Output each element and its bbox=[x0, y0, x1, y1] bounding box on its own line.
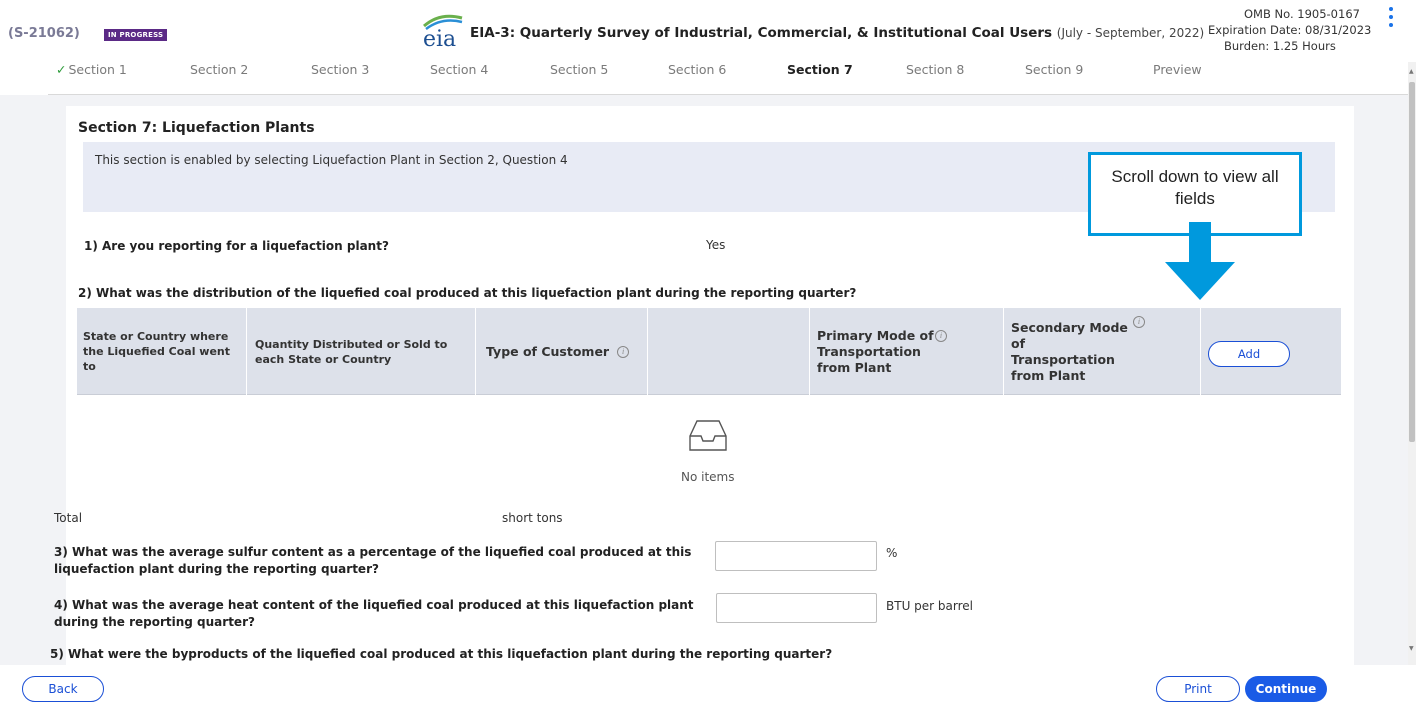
sulfur-unit: % bbox=[886, 546, 898, 560]
question-1-answer: Yes bbox=[706, 238, 726, 252]
sulfur-content-input[interactable] bbox=[715, 541, 877, 571]
info-icon[interactable]: i bbox=[617, 345, 630, 358]
column-header-secondary-transport: Secondary Mode of Transportation from Pl… bbox=[1004, 308, 1201, 395]
check-icon: ✓ bbox=[56, 62, 67, 77]
burden: Burden: 1.25 Hours bbox=[1224, 39, 1336, 53]
tab-section-9[interactable]: Section 9 bbox=[1025, 62, 1083, 77]
info-banner-text: This section is enabled by selecting Liq… bbox=[95, 153, 568, 167]
section-title: Section 7: Liquefaction Plants bbox=[78, 120, 315, 136]
survey-title: EIA-3: Quarterly Survey of Industrial, C… bbox=[470, 25, 1205, 41]
status-badge: IN PROGRESS bbox=[104, 29, 168, 41]
question-3: 3) What was the average sulfur content a… bbox=[54, 545, 692, 576]
question-1: 1) Are you reporting for a liquefaction … bbox=[84, 239, 389, 253]
info-icon[interactable]: i bbox=[935, 330, 947, 342]
total-unit: short tons bbox=[502, 511, 563, 525]
tab-section-2[interactable]: Section 2 bbox=[190, 62, 248, 77]
column-header-customer-type: Type of Customer i bbox=[476, 308, 648, 395]
scroll-up-icon[interactable]: ▲ bbox=[1409, 68, 1414, 75]
omb-number: OMB No. 1905-0167 bbox=[1244, 7, 1360, 21]
question-5: 5) What were the byproducts of the lique… bbox=[50, 647, 833, 661]
add-button[interactable]: Add bbox=[1208, 341, 1290, 367]
page-header: (S-21062) IN PROGRESS eia EIA-3: Quarter… bbox=[0, 0, 1416, 62]
tab-preview[interactable]: Preview bbox=[1153, 62, 1202, 77]
empty-state-text: No items bbox=[681, 470, 735, 484]
eia-logo: eia bbox=[423, 14, 463, 48]
scroll-down-icon[interactable]: ▼ bbox=[1409, 645, 1414, 652]
back-button[interactable]: Back bbox=[22, 676, 104, 702]
column-header-state: State or Country where the Liquefied Coa… bbox=[77, 308, 247, 395]
tab-section-1[interactable]: ✓ Section 1 bbox=[56, 62, 127, 77]
tab-section-5[interactable]: Section 5 bbox=[550, 62, 608, 77]
section-nav: ✓ Section 1 Section 2 Section 3 Section 4… bbox=[56, 62, 1396, 84]
question-4: 4) What was the average heat content of … bbox=[54, 598, 694, 629]
column-header-blank bbox=[648, 308, 810, 395]
tab-section-3[interactable]: Section 3 bbox=[311, 62, 369, 77]
heat-content-input[interactable] bbox=[716, 593, 877, 623]
omb-info: OMB No. 1905-0167 Expiration Date: 08/31… bbox=[1208, 6, 1371, 54]
logo-text: eia bbox=[423, 27, 456, 48]
case-id: (S-21062) bbox=[8, 26, 80, 41]
heat-content-unit: BTU per barrel bbox=[886, 599, 973, 613]
tab-section-8[interactable]: Section 8 bbox=[906, 62, 964, 77]
more-menu-icon[interactable] bbox=[1388, 7, 1394, 31]
info-icon[interactable]: i bbox=[1133, 316, 1145, 328]
down-arrow-icon bbox=[1165, 222, 1235, 300]
column-header-quantity: Quantity Distributed or Sold to each Sta… bbox=[247, 308, 476, 395]
total-label: Total bbox=[54, 511, 83, 525]
scrollbar-thumb[interactable] bbox=[1409, 82, 1415, 442]
tab-section-6[interactable]: Section 6 bbox=[668, 62, 726, 77]
question-2: 2) What was the distribution of the liqu… bbox=[78, 286, 857, 300]
tab-section-4[interactable]: Section 4 bbox=[430, 62, 488, 77]
empty-inbox-icon bbox=[689, 420, 727, 451]
column-header-primary-transport: Primary Mode of Transportation from Plan… bbox=[810, 308, 1004, 395]
expiration-date: Expiration Date: 08/31/2023 bbox=[1208, 23, 1372, 37]
continue-button[interactable]: Continue bbox=[1245, 676, 1327, 702]
print-button[interactable]: Print bbox=[1156, 676, 1240, 702]
survey-period: (July - September, 2022) bbox=[1056, 26, 1205, 40]
tab-section-7[interactable]: Section 7 bbox=[787, 62, 853, 77]
